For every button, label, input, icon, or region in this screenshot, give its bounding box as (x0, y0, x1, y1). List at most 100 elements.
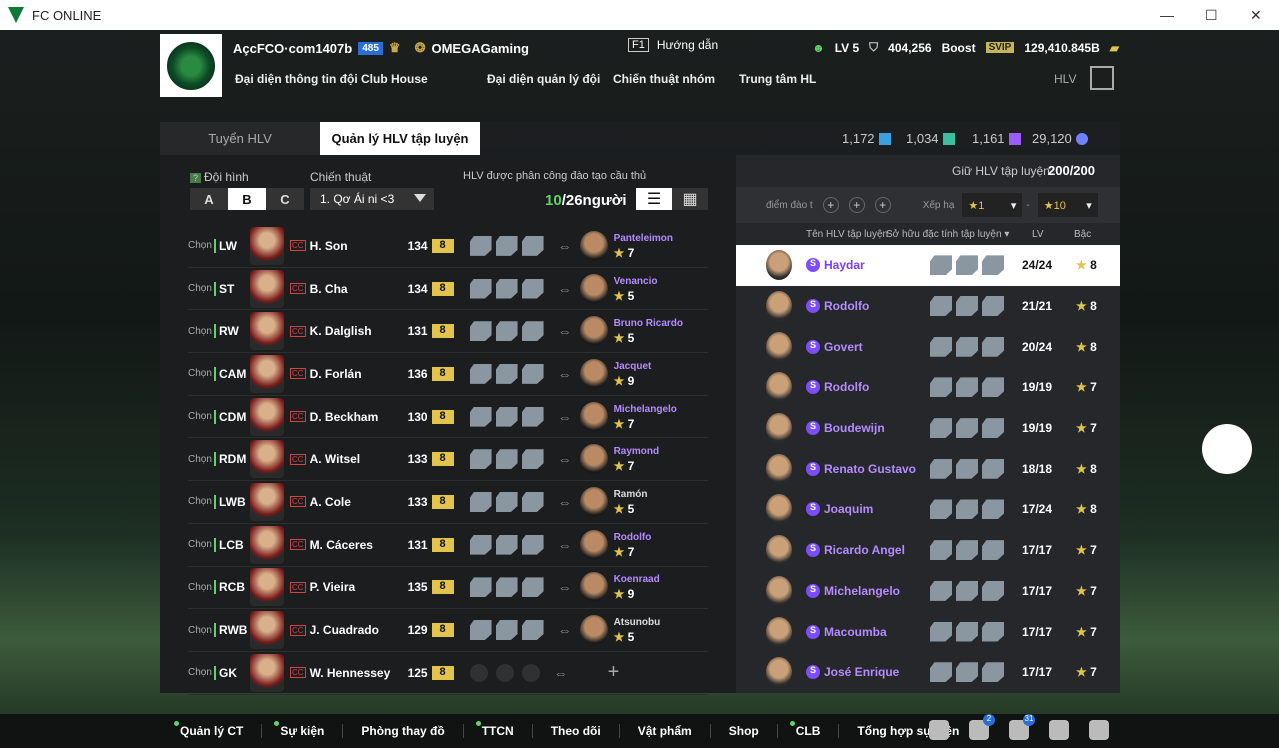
coach-row[interactable]: S Joaquim 17/24 ★ 8 (736, 489, 1120, 530)
tab-recruit[interactable]: Tuyển HLV (160, 122, 320, 155)
choose-button[interactable]: Chọn (188, 539, 214, 550)
coach-avatar (579, 316, 608, 347)
token-icon: ⛉ (869, 40, 879, 54)
rank-min-select[interactable]: ★1 ▾ (962, 193, 1023, 217)
chevron-down-icon (414, 194, 426, 202)
add-filter-2[interactable]: + (848, 197, 865, 213)
coach-row[interactable]: S José Enrique 17/17 ★ 7 (736, 652, 1120, 693)
training-trait-icon (930, 621, 952, 642)
tab-manage[interactable]: Quản lý HLV tập luyện (320, 122, 480, 155)
coach-info[interactable]: Ramón ★ 5 (614, 488, 648, 516)
training-trait-icon (469, 620, 492, 641)
coach-rarity-icon: S (806, 502, 820, 517)
bell-icon[interactable]: 31 (1009, 714, 1035, 740)
coach-name: Haydar (824, 258, 865, 273)
bottom-nav-item[interactable]: Sự kiện (262, 721, 342, 738)
training-trait-icon (495, 491, 518, 512)
choose-button[interactable]: Chọn (188, 240, 214, 251)
choose-button[interactable]: Chọn (188, 496, 214, 507)
coach-filter: điểm đào t + + + Xếp hạ ★1 ▾ - ★10 ▾ (736, 187, 1120, 223)
minimize-icon[interactable]: — (1160, 7, 1174, 23)
coach-info[interactable]: Atsunobu ★ 5 (614, 616, 661, 644)
grid-view-button[interactable]: ▦ (672, 188, 708, 210)
training-trait-icon (956, 540, 978, 561)
bottom-nav-item[interactable]: Vật phẩm (620, 724, 710, 738)
list-view-button[interactable]: ☰ (636, 188, 672, 210)
formation-selector: A B C (190, 188, 304, 210)
maximize-icon[interactable]: ☐ (1205, 7, 1218, 24)
link-icon: ⇔ (557, 536, 572, 553)
add-filter-3[interactable]: + (874, 197, 891, 213)
rank-max-select[interactable]: ★10 ▾ (1037, 193, 1098, 217)
coach-grade: ★ 8 (1076, 502, 1097, 517)
player-name: D. Forlán (309, 366, 362, 381)
tactic-value: 1. Qơ Ái ni <3 (320, 192, 395, 206)
own-sort-button[interactable]: Sở hữu đặc tính tập luyện ▾ (886, 229, 1009, 240)
coach-info[interactable]: Venancio ★ 5 (614, 275, 658, 303)
nav-manager[interactable]: Đại diện quản lý đội (487, 72, 600, 86)
bottom-nav-item[interactable]: TTCN (464, 721, 532, 738)
choose-button[interactable]: Chọn (188, 368, 214, 379)
choose-button[interactable]: Chọn (188, 667, 214, 678)
choose-button[interactable]: Chọn (188, 454, 214, 465)
table-row: Chọn CAM CC D. Forlán 136 8 ⇔ Jacquet ★ 9 (188, 353, 708, 396)
choose-button[interactable]: Chọn (188, 283, 214, 294)
help-guide[interactable]: F1 Hướng dẫn (628, 38, 718, 52)
exit-icon[interactable] (1090, 66, 1114, 90)
bottom-nav-item[interactable]: Shop (711, 724, 777, 738)
bottom-nav-item[interactable]: CLB (778, 721, 839, 738)
nav-team-info[interactable]: Đại diện thông tin đội (235, 72, 358, 86)
table-row: Chọn GK CC W. Hennessey 125 8 ⇔ + (188, 652, 708, 695)
coach-row[interactable]: S Michelangelo 17/17 ★ 7 (736, 571, 1120, 612)
bottom-nav-item[interactable]: Theo dõi (533, 724, 619, 738)
coach-row[interactable]: S Govert 20/24 ★ 8 (736, 326, 1120, 367)
coach-info[interactable]: Bruno Ricardo ★ 5 (614, 317, 683, 345)
gear-icon[interactable] (1089, 720, 1109, 740)
formation-a[interactable]: A (190, 188, 228, 210)
formation-b[interactable]: B (228, 188, 266, 210)
nav-tactics[interactable]: Chiến thuật nhóm (613, 72, 715, 86)
training-trait-icon (982, 255, 1004, 276)
coach-row[interactable]: S Boudewijn 19/19 ★ 7 (736, 408, 1120, 449)
coach-row[interactable]: S Rodolfo 19/19 ★ 7 (736, 367, 1120, 408)
bottom-nav-item[interactable]: Phòng thay đồ (343, 724, 462, 738)
coach-avatar (579, 572, 608, 603)
formation-c[interactable]: C (266, 188, 304, 210)
table-row: Chọn CDM CC D. Beckham 130 8 ⇔ Michelangelo ★ 7 (188, 396, 708, 439)
add-filter-1[interactable]: + (822, 197, 839, 213)
training-trait-icon (956, 580, 978, 601)
choose-button[interactable]: Chọn (188, 326, 214, 337)
nav-club-house[interactable]: Club House (361, 72, 428, 86)
bottom-nav-label: Quản lý CT (180, 724, 244, 738)
coach-info[interactable]: Michelangelo ★ 7 (614, 403, 677, 431)
card-type-icon: CC (290, 325, 306, 337)
coach-row[interactable]: S Rodolfo 21/21 ★ 8 (736, 286, 1120, 327)
tactic-dropdown[interactable]: 1. Qơ Ái ni <3 (310, 188, 434, 210)
coach-info[interactable]: Raymond ★ 7 (614, 445, 660, 473)
resource-1: 1,172 (842, 131, 891, 146)
message-icon[interactable] (929, 720, 949, 740)
coach-info[interactable]: Rodolfo ★ 7 (614, 531, 652, 559)
coach-row[interactable]: S Ricardo Angel 17/17 ★ 7 (736, 530, 1120, 571)
player-ovr: 131 (407, 324, 428, 339)
home-icon[interactable]: 2 (969, 714, 995, 740)
close-icon[interactable]: ✕ (1250, 7, 1262, 24)
choose-button[interactable]: Chọn (188, 625, 214, 636)
profile-icon[interactable] (1049, 720, 1069, 740)
coach-info[interactable]: Koenraad ★ 9 (614, 573, 660, 601)
coach-rank: ★ 5 (613, 501, 635, 516)
coach-info[interactable]: Jacquet ★ 9 (614, 360, 652, 388)
nav-training-center[interactable]: Trung tâm HL (739, 72, 816, 86)
coach-row[interactable]: S Haydar 24/24 ★ 8 (736, 245, 1120, 286)
link-icon: ⇔ (557, 493, 572, 510)
coach-row[interactable]: S Macoumba 17/17 ★ 7 (736, 611, 1120, 652)
add-coach-button[interactable]: + (608, 661, 620, 684)
chat-support-icon[interactable] (1202, 424, 1252, 474)
player-ovr: 136 (407, 366, 428, 381)
choose-button[interactable]: Chọn (188, 411, 214, 422)
coach-info[interactable]: Panteleimon ★ 7 (614, 232, 673, 260)
coach-row[interactable]: S Renato Gustavo 18/18 ★ 8 (736, 448, 1120, 489)
coach-avatar (766, 575, 792, 606)
choose-button[interactable]: Chọn (188, 582, 214, 593)
bottom-nav-item[interactable]: Quản lý CT (162, 721, 261, 738)
